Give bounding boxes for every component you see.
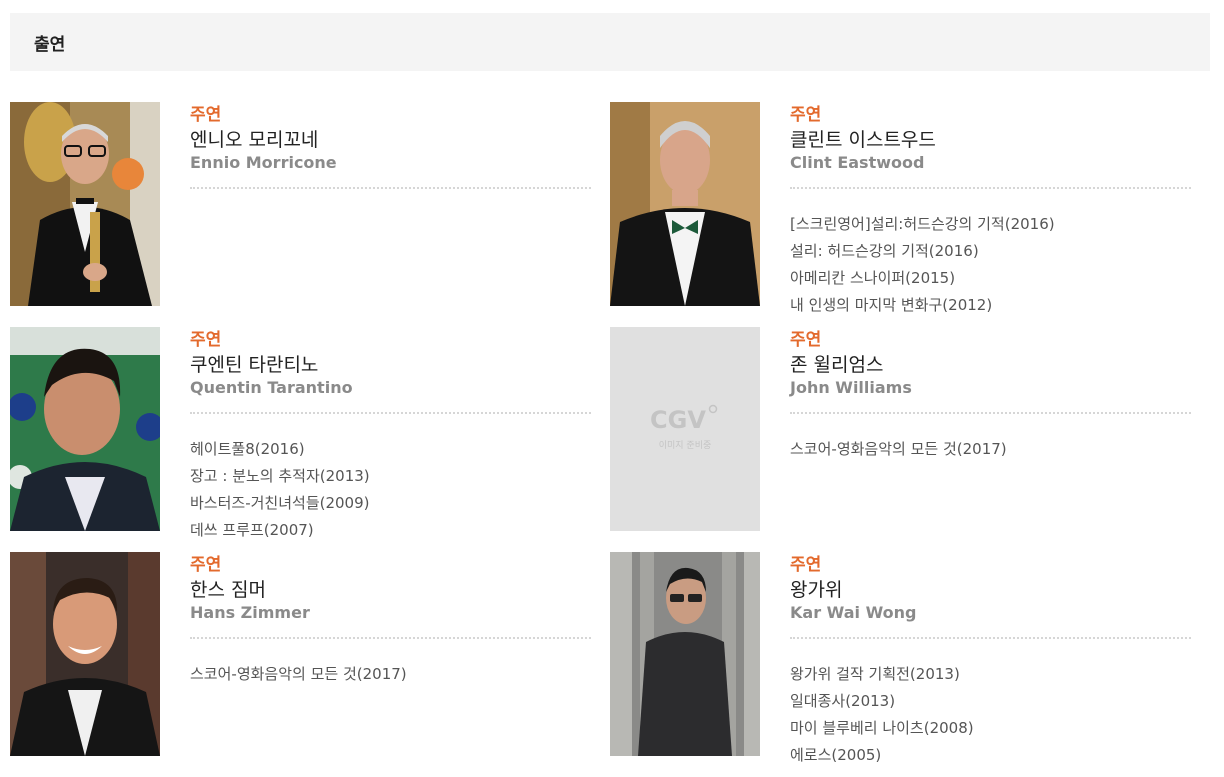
cast-name-english[interactable]: Hans Zimmer — [190, 603, 591, 623]
cast-info: 주연 존 윌리엄스 John Williams 스코어-영화음악의 모든 것(2… — [790, 327, 1191, 463]
divider — [790, 412, 1191, 414]
cast-info: 주연 엔니오 모리꼬네 Ennio Morricone — [190, 102, 591, 189]
cast-name-english[interactable]: Quentin Tarantino — [190, 378, 591, 398]
cast-photo-placeholder[interactable]: CGV 이미지 준비중 — [610, 327, 760, 531]
divider — [790, 187, 1191, 189]
cast-card: 주연 왕가위 Kar Wai Wong 왕가위 걸작 기획전(2013) 일대종… — [610, 552, 1210, 777]
cast-name-korean[interactable]: 한스 짐머 — [190, 577, 591, 603]
filmography-list: 스코어-영화음악의 모든 것(2017) — [790, 436, 1191, 463]
section-title: 출연 — [34, 34, 66, 55]
filmography-item[interactable]: 스코어-영화음악의 모든 것(2017) — [190, 661, 591, 688]
cast-photo-quentin-tarantino[interactable] — [10, 327, 160, 531]
cast-photo-ennio-morricone[interactable] — [10, 102, 160, 306]
cast-card: 주연 한스 짐머 Hans Zimmer 스코어-영화음악의 모든 것(2017… — [10, 552, 610, 777]
cast-role: 주연 — [190, 105, 222, 125]
cast-name-korean[interactable]: 쿠엔틴 타란티노 — [190, 352, 591, 378]
cast-role: 주연 — [790, 555, 822, 575]
filmography-item[interactable]: 헤이트풀8(2016) — [190, 436, 591, 463]
cast-card: 주연 엔니오 모리꼬네 Ennio Morricone — [10, 102, 610, 327]
filmography-item[interactable]: 왕가위 걸작 기획전(2013) — [790, 661, 1191, 688]
filmography-item[interactable]: 아메리칸 스나이퍼(2015) — [790, 265, 1191, 292]
filmography-list: 헤이트풀8(2016) 장고 : 분노의 추적자(2013) 바스터즈-거친녀석… — [190, 436, 591, 544]
filmography-item[interactable]: [스크린영어]설리:허드슨강의 기적(2016) — [790, 211, 1191, 238]
cast-info: 주연 쿠엔틴 타란티노 Quentin Tarantino 헤이트풀8(2016… — [190, 327, 591, 544]
filmography-item[interactable]: 마이 블루베리 나이츠(2008) — [790, 715, 1191, 742]
filmography-item[interactable]: 장고 : 분노의 추적자(2013) — [190, 463, 591, 490]
filmography-item[interactable]: 내 인생의 마지막 변화구(2012) — [790, 292, 1191, 319]
cast-info: 주연 왕가위 Kar Wai Wong 왕가위 걸작 기획전(2013) 일대종… — [790, 552, 1191, 769]
cast-name-english[interactable]: Ennio Morricone — [190, 153, 591, 173]
section-header: 출연 — [10, 13, 1210, 71]
cast-card: CGV 이미지 준비중 주연 존 윌리엄스 John Williams 스코어-… — [610, 327, 1210, 552]
placeholder-caption: 이미지 준비중 — [659, 440, 712, 451]
filmography-item[interactable]: 설리: 허드슨강의 기적(2016) — [790, 238, 1191, 265]
cast-role: 주연 — [790, 105, 822, 125]
divider — [190, 187, 591, 189]
filmography-list: 스코어-영화음악의 모든 것(2017) — [190, 661, 591, 688]
filmography-list: 왕가위 걸작 기획전(2013) 일대종사(2013) 마이 블루베리 나이츠(… — [790, 661, 1191, 769]
cast-photo-kar-wai-wong[interactable] — [610, 552, 760, 756]
cast-name-korean[interactable]: 왕가위 — [790, 577, 1191, 603]
cast-name-english[interactable]: John Williams — [790, 378, 1191, 398]
cast-card: 주연 쿠엔틴 타란티노 Quentin Tarantino 헤이트풀8(2016… — [10, 327, 610, 552]
cast-photo-hans-zimmer[interactable] — [10, 552, 160, 756]
cast-name-korean[interactable]: 존 윌리엄스 — [790, 352, 1191, 378]
cast-role: 주연 — [190, 555, 222, 575]
cast-name-english[interactable]: Kar Wai Wong — [790, 603, 1191, 623]
cast-name-english[interactable]: Clint Eastwood — [790, 153, 1191, 173]
cast-info: 주연 클린트 이스트우드 Clint Eastwood [스크린영어]설리:허드… — [790, 102, 1191, 319]
cast-role: 주연 — [790, 330, 822, 350]
divider — [790, 637, 1191, 639]
divider — [190, 637, 591, 639]
filmography-list: [스크린영어]설리:허드슨강의 기적(2016) 설리: 허드슨강의 기적(20… — [790, 211, 1191, 319]
cgv-logo: CGV — [650, 406, 706, 434]
cast-grid: 주연 엔니오 모리꼬네 Ennio Morricone 주연 클린트 이스트우드… — [10, 102, 1210, 777]
cast-name-korean[interactable]: 엔니오 모리꼬네 — [190, 127, 591, 153]
filmography-item[interactable]: 바스터즈-거친녀석들(2009) — [190, 490, 591, 517]
filmography-item[interactable]: 일대종사(2013) — [790, 688, 1191, 715]
cast-name-korean[interactable]: 클린트 이스트우드 — [790, 127, 1191, 153]
filmography-item[interactable]: 에로스(2005) — [790, 742, 1191, 769]
filmography-item[interactable]: 스코어-영화음악의 모든 것(2017) — [790, 436, 1191, 463]
divider — [190, 412, 591, 414]
cast-photo-clint-eastwood[interactable] — [610, 102, 760, 306]
filmography-item[interactable]: 데쓰 프루프(2007) — [190, 517, 591, 544]
cast-card: 주연 클린트 이스트우드 Clint Eastwood [스크린영어]설리:허드… — [610, 102, 1210, 327]
cast-info: 주연 한스 짐머 Hans Zimmer 스코어-영화음악의 모든 것(2017… — [190, 552, 591, 688]
cast-role: 주연 — [190, 330, 222, 350]
